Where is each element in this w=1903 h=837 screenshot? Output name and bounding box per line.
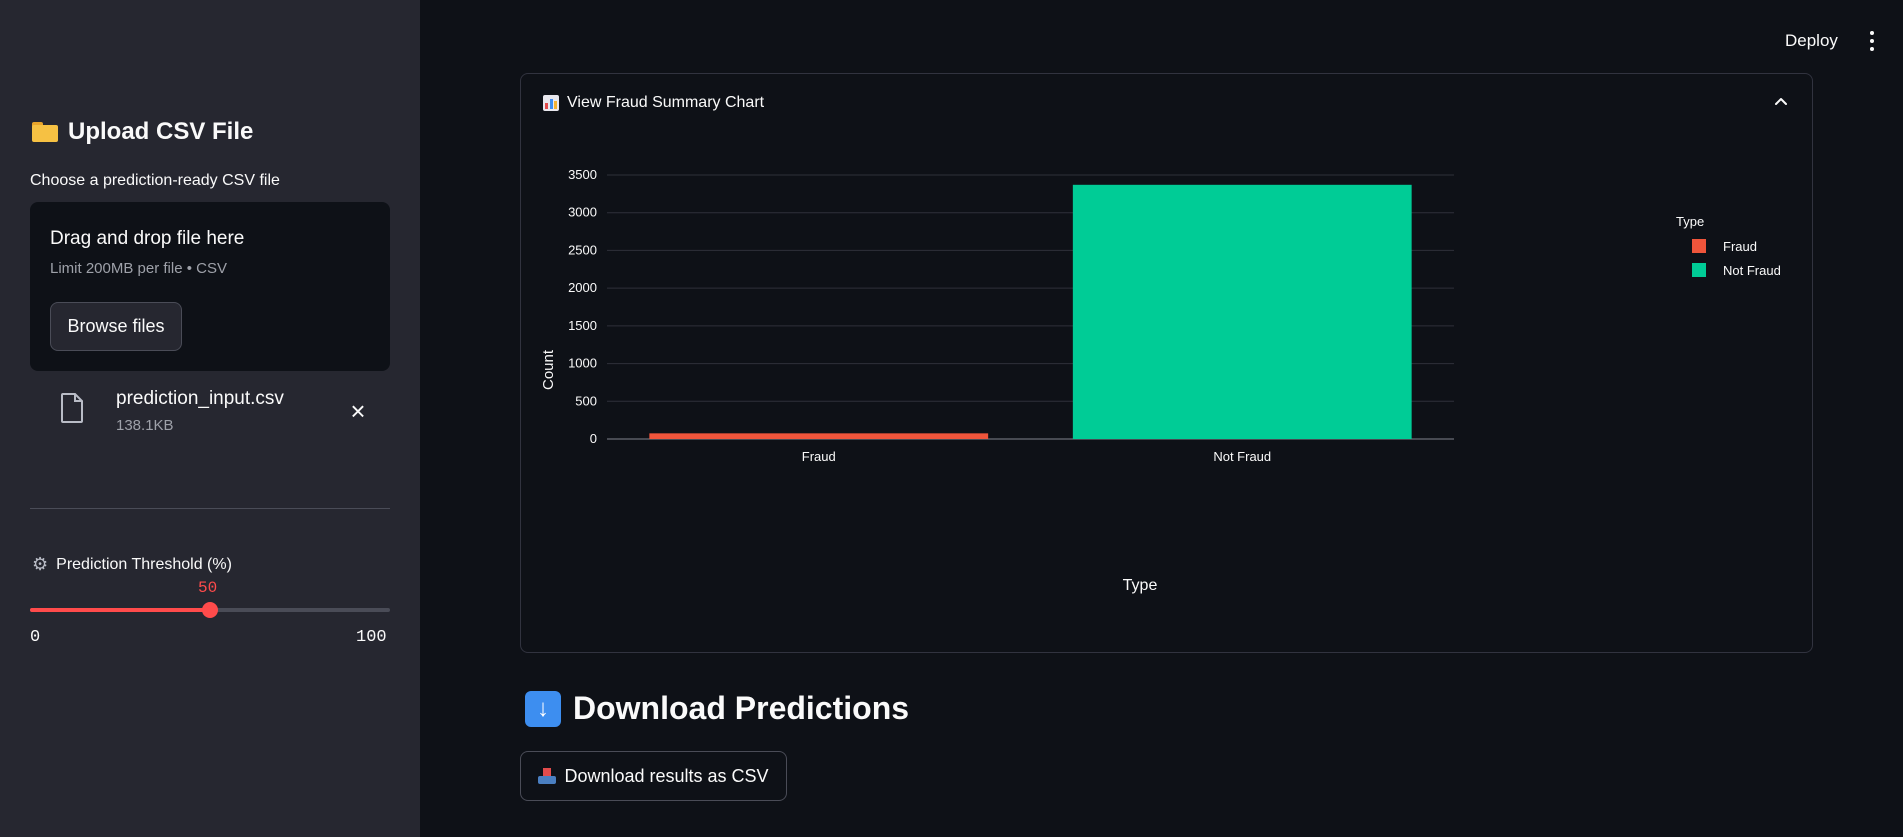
y-tick-label: 1000 [568, 356, 597, 371]
x-axis-label: Type [1123, 577, 1158, 594]
download-heading-text: Download Predictions [573, 690, 910, 726]
down-arrow-icon: ↓ [525, 690, 561, 727]
legend-swatch[interactable] [1692, 239, 1706, 253]
legend-title: Type [1676, 214, 1704, 229]
remove-file-close-icon[interactable]: × [346, 398, 370, 424]
x-tick-label: Fraud [802, 449, 836, 464]
browse-files-button[interactable]: Browse files [50, 302, 182, 351]
bar-fraud[interactable] [649, 433, 989, 439]
y-tick-label: 2500 [568, 242, 597, 257]
y-tick-label: 3500 [568, 167, 597, 182]
main-menu-icon[interactable] [1866, 29, 1878, 53]
y-axis-label: Count [540, 349, 557, 390]
uploaded-file: prediction_input.csv 138.1KB × [30, 382, 390, 442]
gear-icon: ⚙ [32, 554, 49, 574]
dropzone-limit: Limit 200MB per file • CSV [50, 260, 227, 277]
slider-value: 50 [198, 579, 218, 597]
fraud-summary-chart: 0 500 1000 1500 2000 2500 3000 3500 Fraud Not Fra… [540, 167, 1781, 594]
download-heading: ↓ Download Predictions [525, 690, 909, 727]
threshold-slider[interactable] [30, 602, 390, 618]
sidebar: Upload CSV File Choose a prediction-read… [0, 0, 420, 837]
y-tick-label: 500 [575, 393, 597, 408]
sidebar-divider [30, 508, 390, 509]
sidebar-title-text: Upload CSV File [68, 118, 254, 145]
chart-legend: Type Fraud Not Fraud [1676, 214, 1781, 278]
threshold-label: ⚙ Prediction Threshold (%) [32, 554, 232, 575]
y-tick-label: 2000 [568, 280, 597, 295]
y-tick-label: 1500 [568, 318, 597, 333]
slider-thumb[interactable] [202, 602, 218, 618]
y-tick-label: 3000 [568, 205, 597, 220]
legend-entry-label[interactable]: Not Fraud [1723, 263, 1781, 278]
file-icon [61, 393, 83, 423]
legend-swatch[interactable] [1692, 263, 1706, 277]
bar-not-fraud[interactable] [1072, 184, 1412, 439]
file-name: prediction_input.csv [116, 388, 284, 409]
download-button-label: Download results as CSV [564, 765, 769, 786]
x-tick-label: Not Fraud [1213, 449, 1271, 464]
legend-entry-label[interactable]: Fraud [1723, 239, 1757, 254]
dropzone-title: Drag and drop file here [50, 228, 245, 249]
download-csv-button[interactable]: Download results as CSV [520, 751, 787, 801]
folder-icon [32, 122, 58, 142]
slider-max: 100 [356, 628, 387, 647]
chart-expander: View Fraud Summary Chart 0 500 1000 1500 200… [520, 73, 1813, 653]
file-size: 138.1KB [116, 417, 174, 434]
y-tick-label: 0 [590, 431, 597, 446]
inbox-tray-icon [538, 768, 557, 784]
file-dropzone[interactable]: Drag and drop file here Limit 200MB per … [30, 202, 390, 371]
uploader-label: Choose a prediction-ready CSV file [30, 172, 280, 189]
threshold-label-text: Prediction Threshold (%) [56, 555, 232, 573]
slider-min: 0 [30, 628, 41, 647]
slider-fill [30, 608, 210, 612]
deploy-button[interactable]: Deploy [1785, 31, 1838, 51]
sidebar-title: Upload CSV File [32, 118, 253, 146]
